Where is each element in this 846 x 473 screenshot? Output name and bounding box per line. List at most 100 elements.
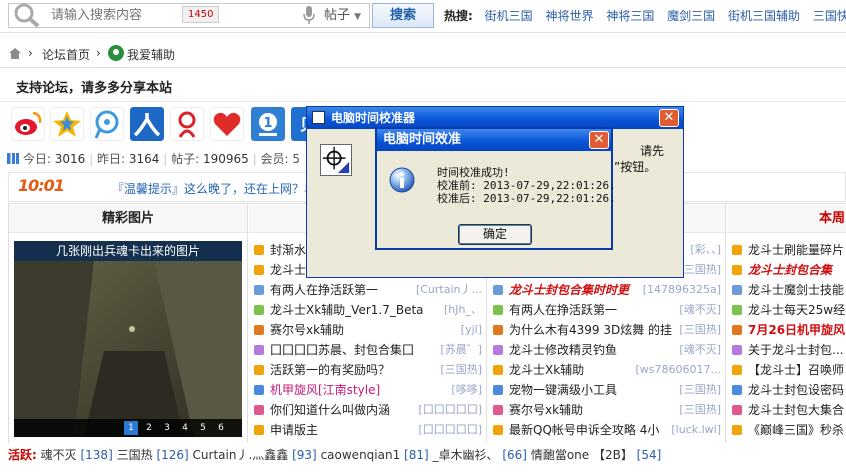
post-row[interactable]: 7月26日机甲旋风 (732, 320, 846, 340)
breadcrumb-home-link[interactable]: 论坛首页 (42, 46, 90, 63)
post-author[interactable]: [147896325a] (640, 280, 721, 300)
post-title[interactable]: 龙斗士封包大集合 (748, 400, 844, 420)
post-row[interactable]: 囗囗囗囗苏晨、封包合集囗 [苏晨゛] (254, 340, 482, 360)
post-title[interactable]: 龙斗士封包合集 (748, 260, 832, 280)
hot-keyword[interactable]: 魔剑三国 (667, 9, 715, 23)
post-author[interactable]: [hJh_、 (442, 300, 482, 320)
window-titlebar[interactable]: 电脑时间校准器 (307, 107, 683, 129)
post-author[interactable]: [苏晨゛] (438, 340, 482, 360)
picture-title[interactable]: 几张刚出兵魂卡出来的图片 (14, 241, 242, 261)
post-author[interactable]: [魂不灭] (677, 340, 721, 360)
pengyou-icon[interactable]: 1 (251, 107, 285, 141)
hot-keyword[interactable]: 街机三国 (485, 9, 533, 23)
post-row[interactable]: 最新QQ帐号申诉全攻略 4小 [luck.lwl] (493, 420, 721, 440)
hot-keyword[interactable]: 神将世界 (545, 9, 593, 23)
hot-keyword[interactable]: 三国快打 (813, 9, 846, 23)
post-row[interactable]: 宠物一键满级小工具 [三国热] (493, 380, 721, 400)
active-user[interactable]: caowenqian1 (321, 448, 401, 462)
post-title[interactable]: 申请版主 (270, 420, 318, 440)
post-row[interactable]: 龙斗士Xk辅助 [ws78606017... (493, 360, 721, 380)
post-title[interactable]: 龙斗士刷能量碎片 (748, 240, 844, 260)
post-row[interactable]: 活跃第一的有奖励吗？ [三国热] (254, 360, 482, 380)
post-title[interactable]: 宠物一键满级小工具 (509, 380, 617, 400)
search-input[interactable] (51, 5, 301, 26)
post-row[interactable]: 申请版主 [囗囗囗囗囗] (254, 420, 482, 440)
pager-page[interactable]: 4 (178, 421, 192, 435)
post-title[interactable]: 封渐水 (270, 240, 306, 260)
post-title[interactable]: 龙斗士Xk辅助_Ver1.7_Beta (270, 300, 424, 320)
post-row[interactable]: 龙斗士刷能量碎片 (732, 240, 846, 260)
qzone-icon[interactable] (50, 107, 84, 141)
featured-picture[interactable]: 几张刚出兵魂卡出来的图片 1 2 3 4 5 6 (14, 241, 242, 437)
weibo-icon[interactable] (11, 107, 45, 141)
post-row[interactable]: 赛尔号xk辅助 [yjl] (254, 320, 482, 340)
active-user[interactable]: 情靤當one 【2B】 (531, 448, 633, 462)
post-author[interactable]: [三国热] (677, 320, 721, 340)
post-title[interactable]: 龙斗士修改精灵钓鱼 (509, 340, 617, 360)
search-button[interactable]: 搜索 (372, 3, 434, 28)
post-title[interactable]: 赛尔号xk辅助 (270, 320, 344, 340)
post-title[interactable]: 活跃第一的有奖励吗？ (270, 360, 390, 380)
home-icon[interactable] (8, 47, 22, 60)
post-title[interactable]: 有两人在挣活跃第一 (509, 300, 617, 320)
post-title[interactable]: 为什么木有4399 3D炫舞 的挂 (509, 320, 672, 340)
post-title[interactable]: 赛尔号xk辅助 (509, 400, 583, 420)
search-icon[interactable] (12, 2, 42, 28)
post-title[interactable]: 7月26日机甲旋风 (748, 320, 845, 340)
post-author[interactable]: [哆哆] (449, 380, 482, 400)
post-title[interactable]: 《巅峰三国》秒杀 (748, 420, 844, 440)
active-user[interactable]: Curtain丿.灬鑫鑫 (193, 448, 289, 462)
post-author[interactable]: [Curtain丿... (413, 280, 482, 300)
post-row[interactable]: 龙斗士每天25w经 (732, 300, 846, 320)
ok-button[interactable]: 确定 (458, 224, 532, 245)
post-author[interactable]: [三国热] (677, 400, 721, 420)
post-row[interactable]: 龙斗士封包合集时时更 [147896325a] (493, 280, 721, 300)
post-title[interactable]: 最新QQ帐号申诉全攻略 4小 (509, 420, 659, 440)
post-author[interactable]: [luck.lwl] (669, 420, 721, 440)
dialog-titlebar[interactable]: 电脑时间效准 (377, 129, 611, 151)
post-row[interactable]: 《巅峰三国》秒杀 (732, 420, 846, 440)
post-row[interactable]: 机甲旋风[江南style] [哆哆] (254, 380, 482, 400)
close-button[interactable]: ✕ (589, 131, 609, 149)
tencent-weibo-icon[interactable] (90, 107, 124, 141)
post-title[interactable]: 机甲旋风[江南style] (270, 380, 380, 400)
close-button[interactable]: ✕ (659, 109, 679, 127)
post-author[interactable]: [囗囗囗囗囗] (416, 400, 482, 420)
hot-keyword[interactable]: 街机三国辅助 (728, 9, 800, 23)
post-row[interactable]: 有两人在挣活跃第一 [魂不灭] (493, 300, 721, 320)
hot-keyword[interactable]: 神将三国 (606, 9, 654, 23)
active-user[interactable]: 三国热 (117, 448, 153, 462)
post-row[interactable]: 龙斗士封包设密码 (732, 380, 846, 400)
pager-page[interactable]: 3 (160, 421, 174, 435)
post-row[interactable]: 为什么木有4399 3D炫舞 的挂 [三国热] (493, 320, 721, 340)
kaixin-icon[interactable] (170, 107, 204, 141)
search-scope-select[interactable]: 帖子 ▼ (324, 4, 370, 24)
post-row[interactable]: 赛尔号xk辅助 [三国热] (493, 400, 721, 420)
favorite-heart-icon[interactable] (210, 107, 244, 141)
post-title[interactable]: 龙斗士每天25w经 (748, 300, 845, 320)
post-title[interactable]: 你们知道什么叫做内涵 (270, 400, 390, 420)
post-title[interactable]: 龙斗士魔剑士技能 (748, 280, 844, 300)
pager-page[interactable]: 2 (142, 421, 156, 435)
microphone-icon[interactable] (303, 6, 315, 24)
renren-icon[interactable] (130, 107, 164, 141)
post-title[interactable]: 龙斗士封包设密码 (748, 380, 844, 400)
post-author[interactable]: [魂不灭] (677, 300, 721, 320)
post-row[interactable]: 龙斗士修改精灵钓鱼 [魂不灭] (493, 340, 721, 360)
post-title[interactable]: 龙斗士Xk辅助 (509, 360, 584, 380)
post-author[interactable]: [ws78606017... (633, 360, 721, 380)
post-row[interactable]: 龙斗士封包大集合 (732, 400, 846, 420)
active-user[interactable]: 魂不灭 (41, 448, 77, 462)
post-row[interactable]: 关于龙斗士封包... (732, 340, 846, 360)
pager-page[interactable]: 5 (196, 421, 210, 435)
post-title[interactable]: 关于龙斗士封包... (748, 340, 843, 360)
post-row[interactable]: 龙斗士封包合集 (732, 260, 846, 280)
post-row[interactable]: 龙斗士Xk辅助_Ver1.7_Beta [hJh_、 (254, 300, 482, 320)
post-author[interactable]: [彩、、] (688, 240, 721, 260)
post-row[interactable]: 龙斗士魔剑士技能 (732, 280, 846, 300)
post-row[interactable]: 你们知道什么叫做内涵 [囗囗囗囗囗] (254, 400, 482, 420)
post-title[interactable]: 龙斗士封包合集时时更 (509, 280, 629, 300)
active-user[interactable]: _卓木幽衫、 (433, 448, 499, 462)
post-title[interactable]: 有两人在挣活跃第一 (270, 280, 378, 300)
post-author[interactable]: [囗囗囗囗囗] (416, 420, 482, 440)
